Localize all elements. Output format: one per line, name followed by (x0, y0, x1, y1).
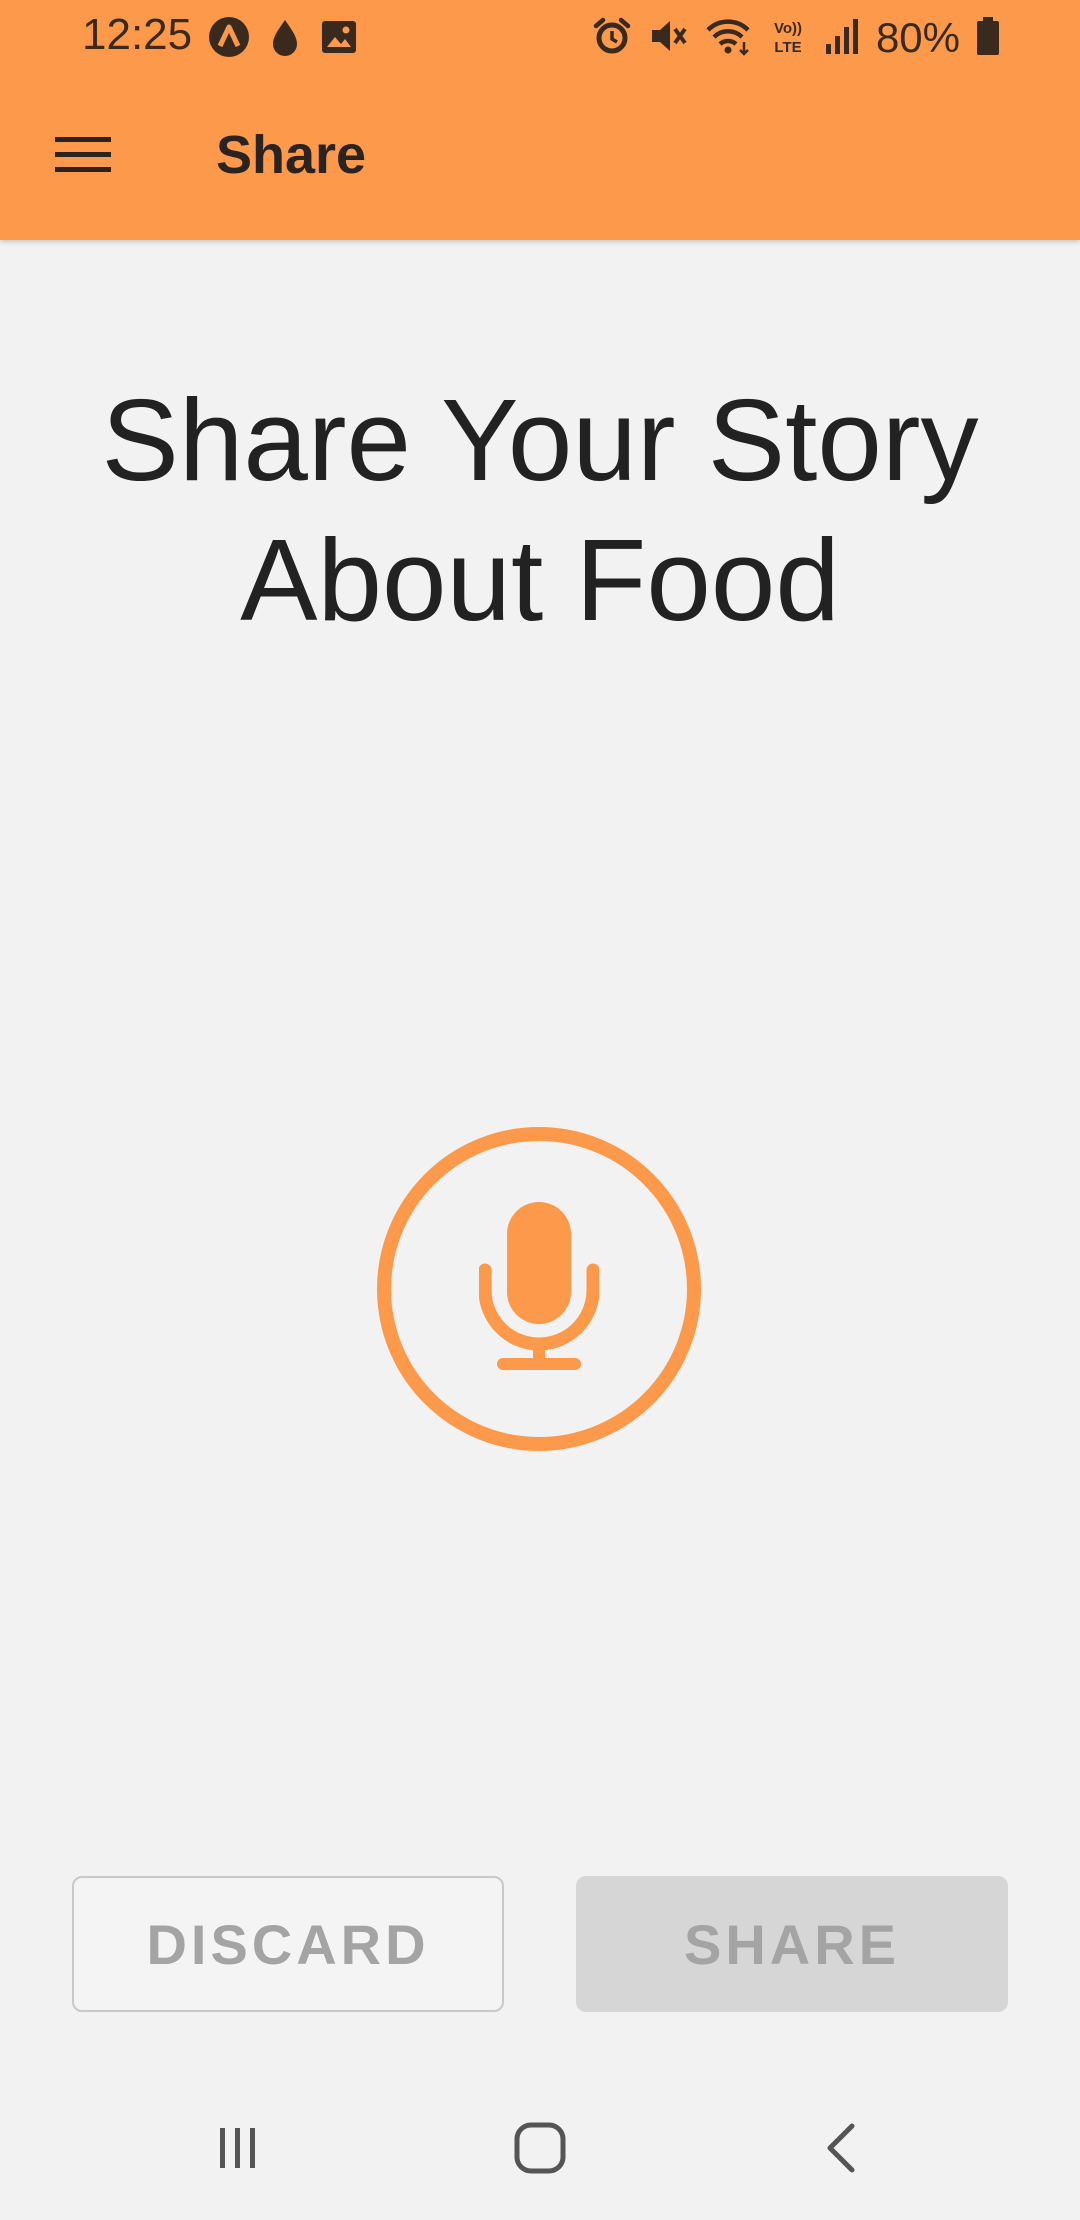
back-button[interactable] (782, 2100, 902, 2200)
record-button[interactable] (377, 1127, 701, 1451)
battery-icon (976, 16, 1000, 61)
status-bar: 12:25 Vo)) LTE 80% (0, 0, 1080, 74)
page-headline: Share Your Story About Food (60, 370, 1020, 650)
home-button[interactable] (480, 2100, 600, 2200)
alarm-icon (592, 16, 632, 61)
status-left-icons (208, 16, 358, 63)
back-icon (822, 2122, 862, 2179)
microphone-icon (478, 1201, 600, 1377)
app-notification-icon (208, 16, 250, 63)
hamburger-menu-icon (55, 135, 111, 180)
headline-line-2: About Food (240, 515, 840, 645)
home-icon (514, 2122, 566, 2179)
recent-apps-button[interactable] (178, 2100, 298, 2200)
svg-text:Vo)): Vo)) (774, 20, 802, 37)
app-title: Share (216, 125, 367, 185)
system-nav-bar (0, 2080, 1080, 2220)
menu-button[interactable] (40, 119, 126, 195)
volte-icon: Vo)) LTE (768, 16, 808, 61)
share-button[interactable]: SHARE (576, 1876, 1008, 2012)
signal-icon (824, 16, 860, 61)
mute-icon (648, 16, 688, 61)
svg-text:LTE: LTE (774, 39, 801, 56)
discard-button[interactable]: DISCARD (72, 1876, 504, 2012)
drop-icon (270, 16, 300, 63)
status-right-icons: Vo)) LTE 80% (592, 14, 1000, 62)
top-bar: 12:25 Vo)) LTE 80% Share (0, 0, 1080, 240)
recent-apps-icon (214, 2124, 262, 2177)
headline-line-1: Share Your Story (101, 375, 979, 505)
status-time: 12:25 (82, 10, 193, 59)
battery-percent: 80% (875, 14, 960, 61)
image-icon (320, 19, 358, 60)
wifi-icon (704, 16, 752, 61)
screen: 12:25 Vo)) LTE 80% Share Share Your Stor… (0, 0, 1080, 2220)
app-bar: Share (0, 74, 1080, 240)
